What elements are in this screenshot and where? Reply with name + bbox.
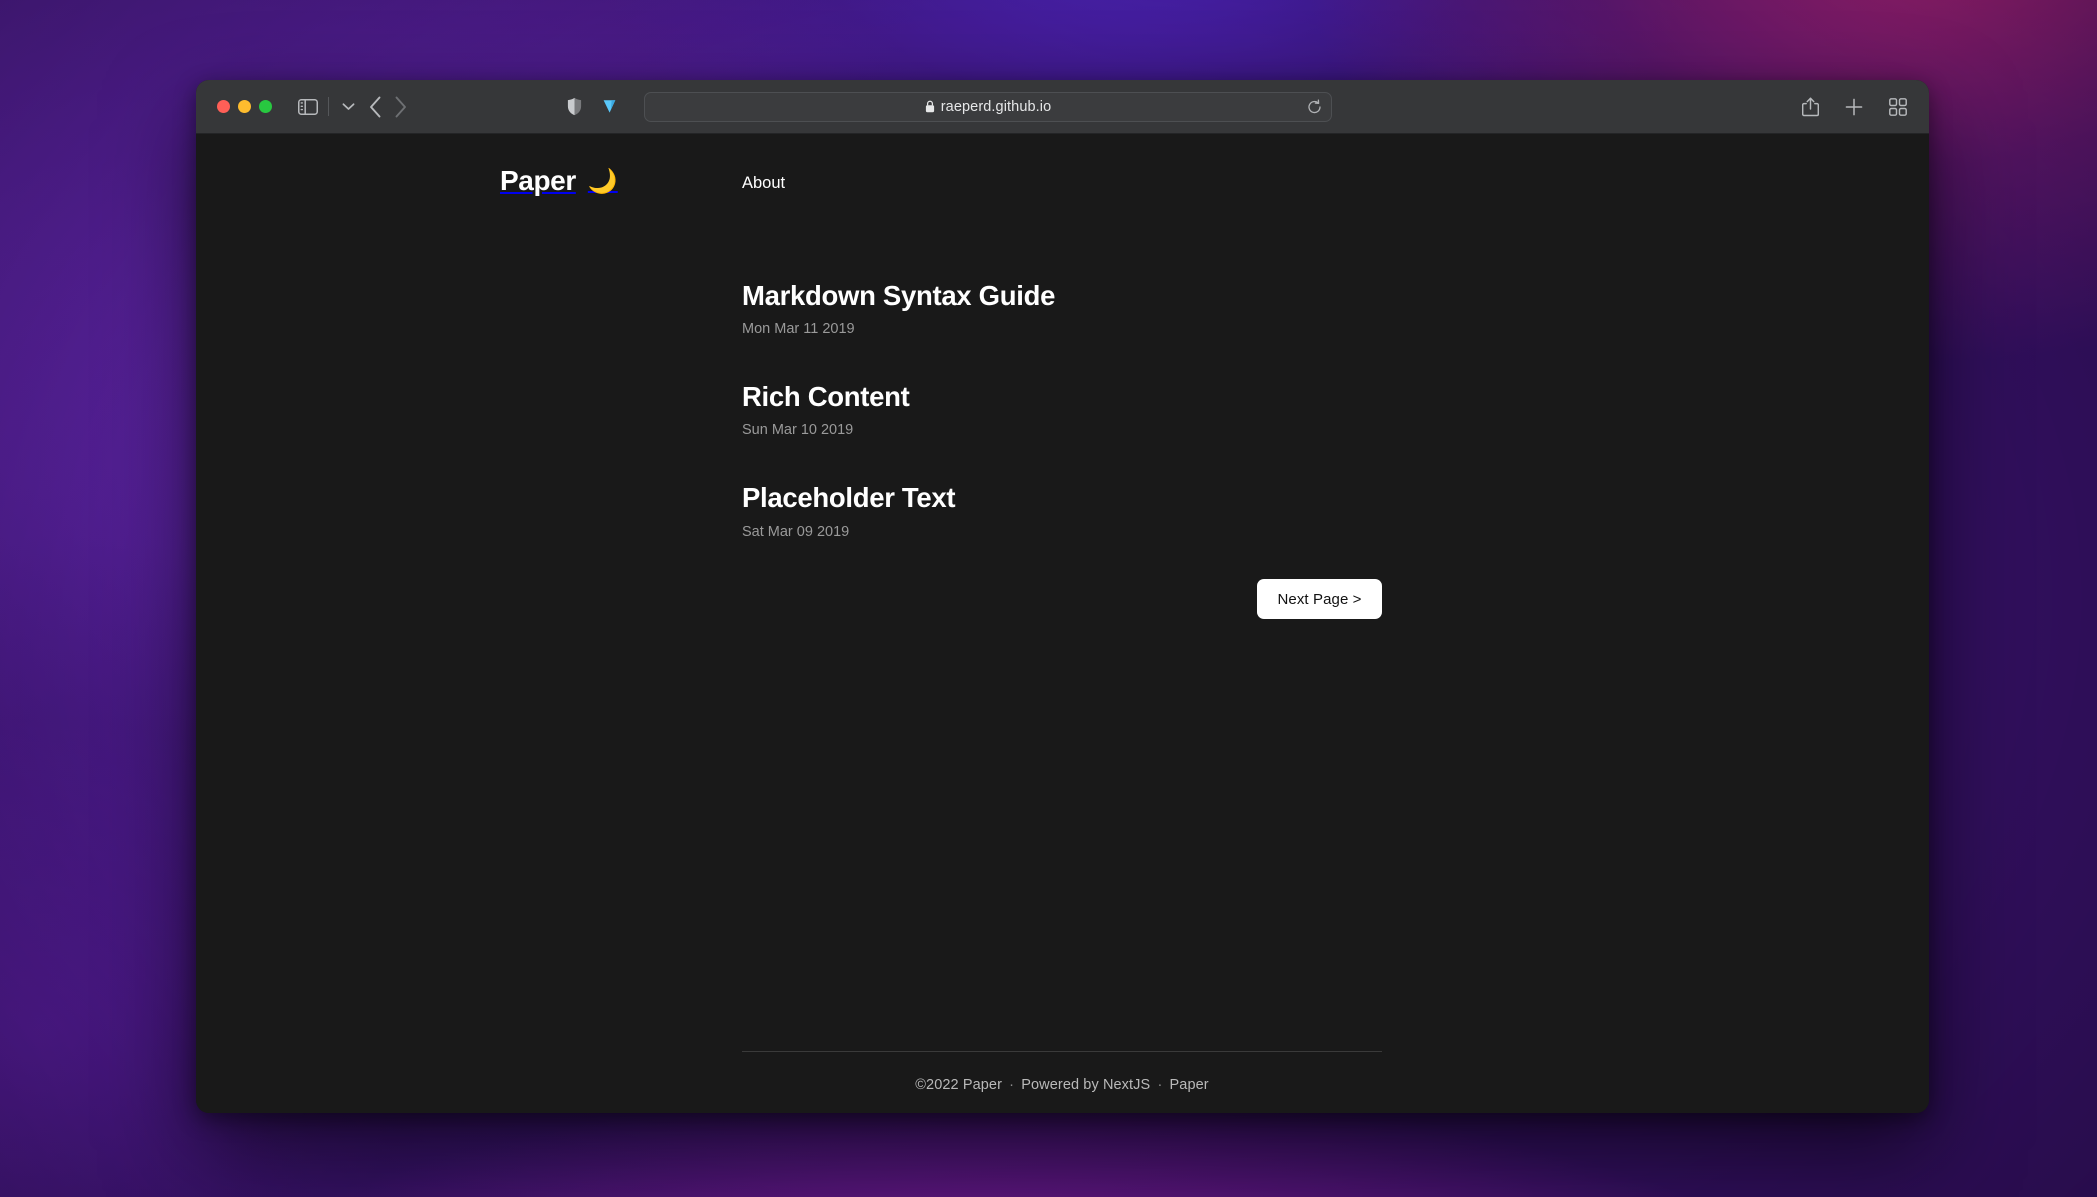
footer-powered-by: Powered by NextJS <box>1021 1077 1150 1093</box>
main-navigation: About <box>742 174 785 193</box>
back-button[interactable] <box>369 96 382 118</box>
footer-divider <box>742 1051 1382 1052</box>
list-item[interactable]: Rich Content Sun Mar 10 2019 <box>742 380 1382 441</box>
post-date: Sun Mar 10 2019 <box>742 420 1382 440</box>
site-header: Paper 🌙 About <box>196 167 1929 213</box>
post-spacer <box>742 456 1382 481</box>
web-page-viewport: Paper 🌙 About Markdown Syntax Guide Mon … <box>196 134 1929 1113</box>
minimize-window-button[interactable] <box>238 100 251 113</box>
footer-separator: · <box>1006 1077 1017 1093</box>
lock-icon <box>925 100 935 113</box>
new-tab-plus-icon[interactable] <box>1845 98 1863 116</box>
toolbar-divider <box>328 97 329 116</box>
zoom-window-button[interactable] <box>259 100 272 113</box>
window-traffic-lights <box>217 100 272 113</box>
site-footer: ©2022 Paper · Powered by NextJS · Paper <box>742 1051 1382 1093</box>
share-icon[interactable] <box>1802 97 1819 117</box>
forward-button[interactable] <box>394 96 407 118</box>
browser-toolbar: raeperd.github.io <box>196 80 1929 134</box>
address-bar-content: raeperd.github.io <box>925 99 1052 115</box>
address-bar[interactable]: raeperd.github.io <box>644 92 1332 122</box>
footer-text: ©2022 Paper · Powered by NextJS · Paper <box>742 1077 1382 1093</box>
list-item[interactable]: Placeholder Text Sat Mar 09 2019 <box>742 481 1382 542</box>
sidebar-toggle-icon[interactable] <box>298 99 318 115</box>
post-title[interactable]: Rich Content <box>742 380 1382 414</box>
reload-icon[interactable] <box>1307 99 1322 114</box>
close-window-button[interactable] <box>217 100 230 113</box>
privacy-shield-icon[interactable] <box>567 97 582 116</box>
post-title[interactable]: Placeholder Text <box>742 481 1382 515</box>
site-brand-link[interactable]: Paper 🌙 <box>500 167 618 195</box>
safari-browser-window: raeperd.github.io <box>196 80 1929 1113</box>
address-bar-url: raeperd.github.io <box>941 99 1052 115</box>
post-list: Markdown Syntax Guide Mon Mar 11 2019 Ri… <box>742 279 1382 558</box>
chevron-down-icon[interactable] <box>339 102 357 111</box>
desktop-wallpaper: raeperd.github.io <box>0 0 2097 1197</box>
nav-link-about[interactable]: About <box>742 174 785 193</box>
post-date: Mon Mar 11 2019 <box>742 319 1382 339</box>
list-item[interactable]: Markdown Syntax Guide Mon Mar 11 2019 <box>742 279 1382 340</box>
footer-credit-link[interactable]: Paper <box>1170 1077 1209 1093</box>
footer-copyright: ©2022 Paper <box>915 1077 1002 1093</box>
footer-separator: · <box>1154 1077 1165 1093</box>
toolbar-right-actions <box>1802 97 1907 117</box>
crescent-moon-icon[interactable]: 🌙 <box>588 170 618 194</box>
page-content: Paper 🌙 About Markdown Syntax Guide Mon … <box>196 134 1929 1113</box>
tab-overview-icon[interactable] <box>1889 98 1907 116</box>
post-spacer <box>742 356 1382 380</box>
vimari-extension-icon[interactable] <box>600 97 619 116</box>
next-page-button[interactable]: Next Page > <box>1257 579 1382 619</box>
pagination: Next Page > <box>742 579 1382 619</box>
post-date: Sat Mar 09 2019 <box>742 522 1382 542</box>
site-title: Paper <box>500 167 576 195</box>
post-title[interactable]: Markdown Syntax Guide <box>742 279 1382 313</box>
